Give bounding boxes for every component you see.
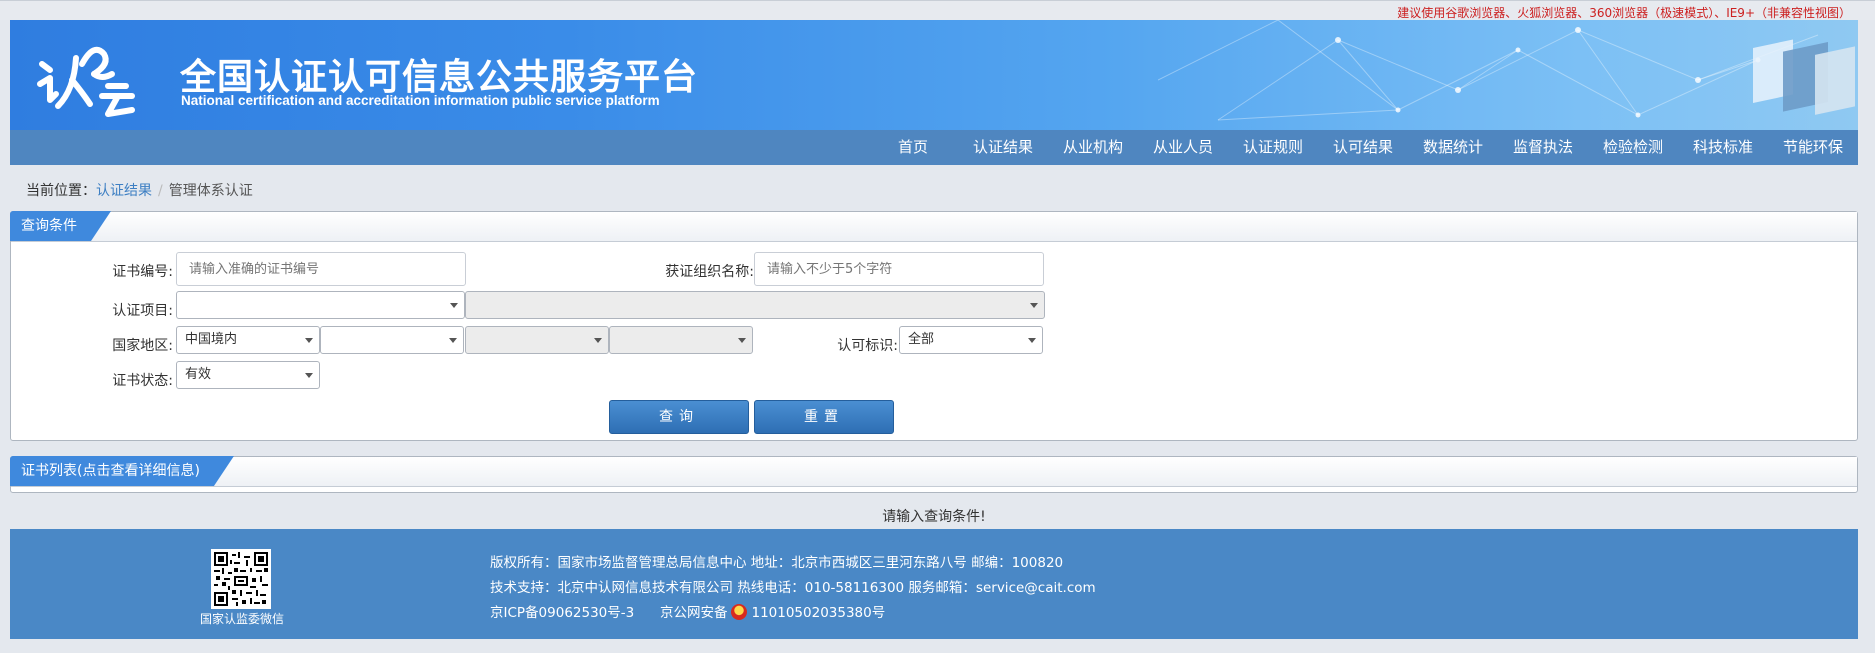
nav-item-statistics[interactable]: 数据统计 — [1408, 130, 1498, 165]
footer-record-line: 京ICP备09062530号-3 京公网安备 11010502035380号 — [490, 601, 885, 621]
cert-no-label: 证书编号: — [112, 264, 173, 280]
police-record-link[interactable]: 11010502035380号 — [751, 605, 885, 621]
city-select[interactable] — [465, 326, 609, 354]
project-sub-select[interactable] — [465, 291, 1045, 319]
browser-notice-text: 建议使用谷歌浏览器、火狐浏览器、360浏览器（极速模式）、IE9+（非兼容性视图… — [1397, 6, 1851, 20]
breadcrumb-separator: / — [158, 183, 163, 199]
chevron-down-icon — [305, 373, 313, 378]
reset-button[interactable]: 重置 — [754, 400, 894, 434]
org-name-label: 获证组织名称: — [665, 264, 754, 280]
nav-item-supervision[interactable]: 监督执法 — [1498, 130, 1588, 165]
chevron-down-icon — [1030, 303, 1038, 308]
breadcrumb-link-cert-results[interactable]: 认证结果 — [96, 183, 152, 199]
renyun-logo-icon — [37, 46, 135, 117]
police-badge-icon — [731, 604, 748, 620]
accred-mark-select[interactable]: 全部 — [899, 326, 1043, 354]
chevron-down-icon — [738, 338, 746, 343]
breadcrumb-label: 当前位置： — [26, 183, 96, 199]
footer-support-line: 技术支持：北京中认网信息技术有限公司 热线电话：010-58116300 服务邮… — [490, 580, 1096, 596]
chevron-down-icon — [450, 303, 458, 308]
nav-item-institutions[interactable]: 从业机构 — [1048, 130, 1138, 165]
status-select-value: 有效 — [185, 367, 212, 382]
cert-no-input[interactable] — [176, 252, 466, 286]
cert-list-panel-title: 证书列表(点击查看详细信息) — [10, 456, 234, 486]
chevron-down-icon — [449, 338, 457, 343]
district-select[interactable] — [609, 326, 753, 354]
main-nav: 首页 认证结果 从业机构 从业人员 认证规则 认可结果 数据统计 监督执法 检验… — [10, 130, 1858, 165]
empty-result-hint: 请输入查询条件! — [882, 509, 986, 525]
wechat-qr-code — [211, 549, 271, 609]
query-panel-title: 查询条件 — [10, 211, 111, 241]
status-select[interactable]: 有效 — [176, 361, 320, 389]
query-panel: 查询条件 证书编号: 获证组织名称: 认证项目: 国家地区: 中国境内 认可标识… — [10, 211, 1858, 441]
site-logo[interactable] — [36, 34, 166, 118]
cert-list-panel-header: 证书列表(点击查看详细信息) — [11, 457, 1857, 487]
province-select[interactable] — [320, 326, 464, 354]
region-label: 国家地区: — [112, 338, 173, 354]
qr-code-icon — [214, 552, 268, 606]
nav-item-standards[interactable]: 科技标准 — [1678, 130, 1768, 165]
breadcrumb: 当前位置：认证结果 / 管理体系认证 — [26, 180, 253, 200]
region-select[interactable]: 中国境内 — [176, 326, 320, 354]
chevron-down-icon — [594, 338, 602, 343]
chevron-down-icon — [305, 338, 313, 343]
qr-caption: 国家认监委微信 — [200, 612, 285, 626]
icp-record-link[interactable]: 京ICP备09062530号-3 — [490, 605, 634, 621]
breadcrumb-current: 管理体系认证 — [168, 183, 253, 199]
query-panel-header: 查询条件 — [11, 212, 1857, 242]
nav-item-practitioners[interactable]: 从业人员 — [1138, 130, 1228, 165]
site-subtitle: National certification and accreditation… — [181, 93, 660, 108]
site-banner: 全国认证认可信息公共服务平台 National certification an… — [10, 20, 1858, 130]
nav-item-cert-rules[interactable]: 认证规则 — [1228, 130, 1318, 165]
browser-notice-bar: 建议使用谷歌浏览器、火狐浏览器、360浏览器（极速模式）、IE9+（非兼容性视图… — [0, 0, 1875, 20]
chevron-down-icon — [1028, 338, 1036, 343]
nav-item-accred-results[interactable]: 认可结果 — [1318, 130, 1408, 165]
nav-item-energy[interactable]: 节能环保 — [1768, 130, 1858, 165]
region-select-value: 中国境内 — [185, 332, 238, 347]
nav-item-home[interactable]: 首页 — [868, 130, 958, 165]
project-select[interactable] — [176, 291, 465, 319]
accred-mark-label: 认可标识: — [837, 338, 898, 354]
site-footer: 国家认监委微信 版权所有：国家市场监督管理总局信息中心 地址：北京市西城区三里河… — [10, 529, 1858, 639]
police-record-prefix: 京公网安备 — [659, 605, 728, 621]
nav-item-inspection[interactable]: 检验检测 — [1588, 130, 1678, 165]
nav-item-cert-results[interactable]: 认证结果 — [958, 130, 1048, 165]
status-label: 证书状态: — [112, 373, 173, 389]
project-label: 认证项目: — [112, 303, 173, 319]
accred-mark-select-value: 全部 — [908, 332, 935, 347]
network-decoration-icon — [1158, 20, 1855, 121]
org-name-input[interactable] — [754, 252, 1044, 286]
cert-list-panel: 证书列表(点击查看详细信息) — [10, 456, 1858, 493]
query-button[interactable]: 查询 — [609, 400, 749, 434]
footer-copyright-line: 版权所有：国家市场监督管理总局信息中心 地址：北京市西城区三里河东路八号 邮编：… — [490, 555, 1064, 571]
